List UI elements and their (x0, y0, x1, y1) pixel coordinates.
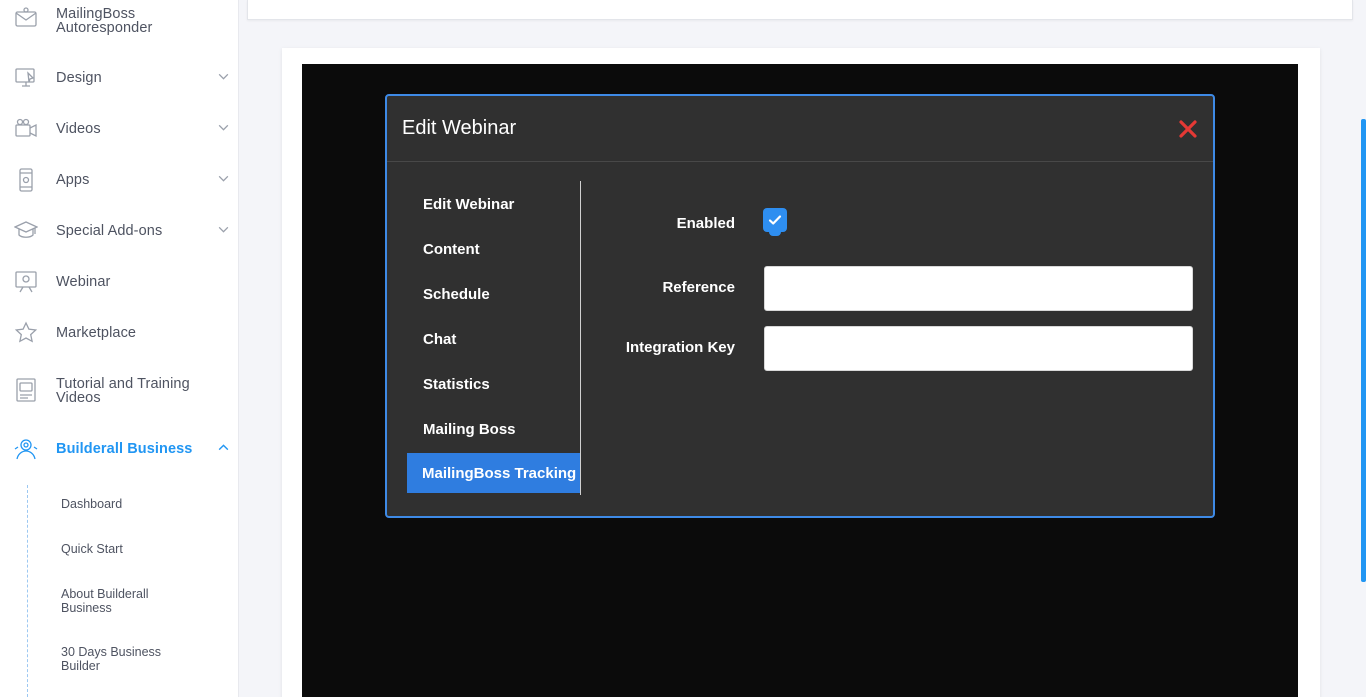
mail-icon (14, 6, 38, 30)
submenu-item-about-builderall-business[interactable]: About Builderall Business (61, 587, 181, 615)
sidebar-item-label: Apps (56, 172, 90, 188)
sidebar-item-webinar[interactable]: Webinar (0, 270, 239, 294)
sidebar-item-apps[interactable]: Apps (0, 168, 239, 192)
integration-key-label: Integration Key (625, 339, 735, 356)
chevron-down-icon[interactable] (217, 223, 230, 236)
video-camera-icon (14, 117, 38, 141)
scrollbar-thumb[interactable] (1361, 119, 1366, 582)
submenu-item-quick-start[interactable]: Quick Start (61, 542, 123, 557)
sidebar-item-mailingboss-autoresponder[interactable]: MailingBoss Autoresponder (0, 6, 239, 36)
sidebar-item-videos[interactable]: Videos (0, 117, 239, 141)
chevron-down-icon[interactable] (217, 70, 230, 83)
sidebar-item-label: Special Add-ons (56, 223, 163, 239)
close-icon[interactable] (1177, 118, 1199, 140)
sidebar-item-tutorial-and-training-videos[interactable]: Tutorial and Training Videos (0, 376, 239, 406)
edit-webinar-modal: Edit Webinar Edit Webinar Content Schedu… (385, 94, 1215, 518)
reference-input[interactable] (764, 266, 1193, 311)
webinar-board-icon (14, 270, 38, 294)
sidebar-item-label: Tutorial and Training Videos (56, 376, 190, 406)
sidebar-item-label: MailingBoss Autoresponder (56, 6, 153, 36)
enabled-label: Enabled (676, 215, 735, 232)
modal-menu-mailingboss-tracking[interactable]: MailingBoss Tracking (407, 453, 581, 493)
checkbox-tooltip-tip (769, 228, 781, 236)
sidebar-item-special-add-ons[interactable]: Special Add-ons (0, 219, 239, 243)
submenu-guide-line (27, 485, 28, 697)
submenu-item-30-days-business-builder[interactable]: 30 Days Business Builder (61, 645, 191, 673)
integration-key-input[interactable] (764, 326, 1193, 371)
chevron-down-icon[interactable] (217, 172, 230, 185)
sidebar-item-label: Design (56, 70, 102, 86)
star-icon (14, 321, 38, 345)
modal-menu-content[interactable]: Content (407, 229, 581, 269)
sidebar-item-label: Webinar (56, 274, 111, 290)
sidebar-item-marketplace[interactable]: Marketplace (0, 321, 239, 345)
modal-title: Edit Webinar (402, 117, 517, 139)
sidebar-item-label: Marketplace (56, 325, 137, 341)
tutorial-icon (14, 378, 38, 402)
modal-menu-mailing-boss[interactable]: Mailing Boss (407, 409, 581, 449)
sidebar-item-label: Videos (56, 121, 101, 137)
submenu-item-dashboard[interactable]: Dashboard (61, 497, 122, 512)
graduation-cap-icon (13, 219, 39, 243)
sidebar-item-design[interactable]: Design (0, 66, 239, 90)
modal-menu-statistics[interactable]: Statistics (407, 364, 581, 404)
top-bar (247, 0, 1353, 20)
chevron-up-icon[interactable] (217, 441, 230, 454)
sidebar-item-label: Builderall Business (56, 441, 193, 457)
modal-header: Edit Webinar (387, 96, 1213, 162)
sidebar-item-builderall-business[interactable]: Builderall Business (0, 437, 239, 461)
mobile-app-icon (14, 168, 38, 192)
design-icon (14, 66, 38, 90)
sidebar: MailingBoss Autoresponder Design Videos … (0, 0, 239, 697)
reference-label: Reference (662, 279, 735, 296)
chevron-down-icon[interactable] (217, 121, 230, 134)
checkmark-icon (768, 215, 782, 225)
business-icon (14, 437, 38, 461)
